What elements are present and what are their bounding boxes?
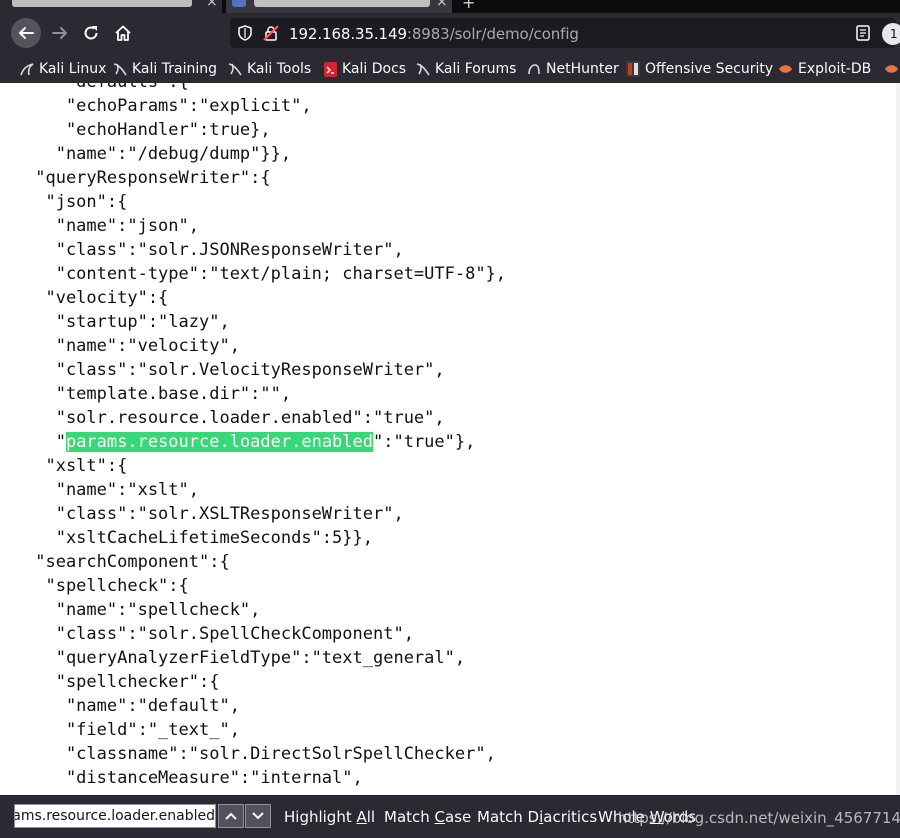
code-line: "name":"xslt", bbox=[25, 480, 199, 500]
find-previous-button[interactable] bbox=[218, 804, 244, 828]
url-bar[interactable]: 192.168.35.149:8983/solr/demo/config bbox=[230, 18, 896, 48]
url-host: 192.168.35.149 bbox=[289, 25, 407, 43]
nethunter-icon bbox=[528, 64, 540, 75]
code-line: "template.base.dir":"", bbox=[25, 384, 292, 404]
home-icon bbox=[115, 25, 131, 41]
arrow-right-icon bbox=[52, 27, 67, 39]
find-bar: params.resource.loader.enabled Highlight… bbox=[0, 795, 900, 838]
code-line: "class":"solr.JSONResponseWriter", bbox=[25, 240, 404, 260]
shield-icon[interactable] bbox=[238, 25, 252, 41]
bookmark-kali-forums[interactable]: Kali Forums bbox=[416, 60, 516, 78]
tab-inactive[interactable]: × bbox=[0, 0, 222, 13]
code-line: "spellchecker":{ bbox=[25, 672, 220, 692]
code-line: "name":"json", bbox=[25, 216, 199, 236]
insecure-lock-icon[interactable] bbox=[263, 25, 279, 41]
tab-favicon-icon bbox=[232, 0, 246, 7]
bookmark-label: Offensive Security bbox=[645, 61, 774, 77]
code-line: "json":{ bbox=[25, 192, 128, 212]
kali-dragon-icon bbox=[113, 63, 127, 76]
code-line: "spellcheck":{ bbox=[25, 576, 189, 596]
bookmark-label: Exploit-DB bbox=[798, 61, 872, 77]
code-line: "name":"default", bbox=[25, 696, 240, 716]
chevron-up-icon bbox=[225, 812, 237, 820]
bookmark-kali-docs[interactable]: Kali Docs bbox=[324, 60, 406, 78]
bookmarks-toolbar: Kali Linux Kali Training Kali Tools Kali… bbox=[0, 53, 900, 83]
page-scrollbar[interactable] bbox=[896, 83, 900, 795]
find-next-button[interactable] bbox=[245, 804, 271, 828]
tab-title-blurred bbox=[12, 0, 192, 7]
bookmark-label: Kali Training bbox=[132, 61, 217, 77]
kali-dragon-icon bbox=[20, 63, 34, 76]
code-line: "content-type":"text/plain; charset=UTF-… bbox=[25, 264, 507, 284]
code-line: "echoHandler":true}, bbox=[25, 120, 271, 140]
code-line: "searchComponent":{ bbox=[25, 552, 230, 572]
offsec-icon bbox=[626, 61, 640, 77]
tab-active[interactable]: × bbox=[226, 0, 452, 13]
code-line: "field":"_text_", bbox=[25, 720, 240, 740]
kali-docs-icon bbox=[324, 61, 337, 77]
bookmark-kali-linux[interactable]: Kali Linux bbox=[20, 60, 106, 78]
bookmark-label: NetHunter bbox=[546, 61, 619, 77]
exploitdb-icon bbox=[885, 65, 898, 73]
code-line: "defaults":{ bbox=[25, 83, 189, 94]
bookmark-exploit-db[interactable]: Exploit-DB bbox=[778, 60, 871, 78]
arrow-left-icon bbox=[19, 27, 34, 39]
match-case-toggle[interactable]: Match Case bbox=[384, 808, 471, 826]
highlight-all-toggle[interactable]: Highlight All bbox=[284, 808, 375, 826]
bookmark-nethunter[interactable]: NetHunter bbox=[527, 60, 619, 78]
code-line: "solr.resource.loader.enabled":"true", bbox=[25, 408, 445, 428]
find-input[interactable]: params.resource.loader.enabled bbox=[14, 804, 216, 828]
code-line: "startup":"lazy", bbox=[25, 312, 230, 332]
bookmark-overflow[interactable] bbox=[884, 60, 900, 78]
exploitdb-icon bbox=[779, 65, 792, 73]
code-line: "xslt":{ bbox=[25, 456, 128, 476]
code-line: "name":"velocity", bbox=[25, 336, 240, 356]
bookmark-kali-training[interactable]: Kali Training bbox=[113, 60, 217, 78]
tab-title-blurred bbox=[254, 0, 430, 7]
forward-button[interactable] bbox=[46, 20, 74, 46]
back-button[interactable] bbox=[11, 18, 41, 48]
match-diacritics-toggle[interactable]: Match Diacritics bbox=[477, 808, 597, 826]
new-tab-button[interactable]: + bbox=[462, 0, 475, 12]
bookmark-kali-tools[interactable]: Kali Tools bbox=[228, 60, 311, 78]
tab-close-icon[interactable]: × bbox=[436, 0, 448, 10]
kali-dragon-icon bbox=[228, 63, 242, 76]
bookmark-label: Kali Docs bbox=[342, 61, 407, 77]
code-line: "name":"spellcheck", bbox=[25, 600, 261, 620]
code-line: "queryAnalyzerFieldType":"text_general", bbox=[25, 648, 466, 668]
code-line: "params.resource.loader.enabled":"true"}… bbox=[25, 432, 476, 452]
bookmark-label: Kali Tools bbox=[247, 61, 312, 77]
reload-icon bbox=[84, 26, 98, 40]
bookmark-label: Kali Linux bbox=[39, 61, 107, 77]
code-line: "class":"solr.SpellCheckComponent", bbox=[25, 624, 414, 644]
reload-button[interactable] bbox=[77, 20, 105, 46]
bookmark-label: Kali Forums bbox=[435, 61, 517, 77]
chevron-down-icon bbox=[252, 812, 264, 820]
reader-view-icon[interactable] bbox=[856, 25, 870, 41]
code-line: "class":"solr.XSLTResponseWriter", bbox=[25, 504, 404, 524]
find-match-highlight: params.resource.loader.enabled bbox=[65, 432, 373, 452]
code-line: "distanceMeasure":"internal", bbox=[25, 768, 363, 788]
url-text[interactable]: 192.168.35.149:8983/solr/demo/config bbox=[289, 25, 579, 43]
code-line: "xsltCacheLifetimeSeconds":5}}, bbox=[25, 528, 373, 548]
tab-close-icon[interactable]: × bbox=[206, 0, 218, 10]
code-line: "velocity":{ bbox=[25, 288, 169, 308]
code-line: "queryResponseWriter":{ bbox=[25, 168, 271, 188]
url-path: :8983/solr/demo/config bbox=[406, 25, 579, 43]
page-content: "defaults":{ "echoParams":"explicit", "e… bbox=[0, 83, 900, 795]
code-line: "classname":"solr.DirectSolrSpellChecker… bbox=[25, 744, 496, 764]
code-line: "echoParams":"explicit", bbox=[25, 96, 312, 116]
code-line: "class":"solr.VelocityResponseWriter", bbox=[25, 360, 445, 380]
csdn-watermark: https://blog.csdn.net/weixin_45677145 bbox=[618, 809, 900, 827]
kali-dragon-icon bbox=[416, 63, 430, 76]
find-query-text: params.resource.loader.enabled bbox=[14, 808, 215, 824]
extension-badge[interactable]: 1 bbox=[882, 23, 900, 45]
tab-strip: × × + bbox=[0, 0, 900, 13]
navigation-toolbar: 192.168.35.149:8983/solr/demo/config 1 bbox=[0, 13, 900, 53]
home-button[interactable] bbox=[109, 20, 137, 46]
code-line: "name":"/debug/dump"}}, bbox=[25, 144, 292, 164]
bookmark-offensive-security[interactable]: Offensive Security bbox=[626, 60, 773, 78]
